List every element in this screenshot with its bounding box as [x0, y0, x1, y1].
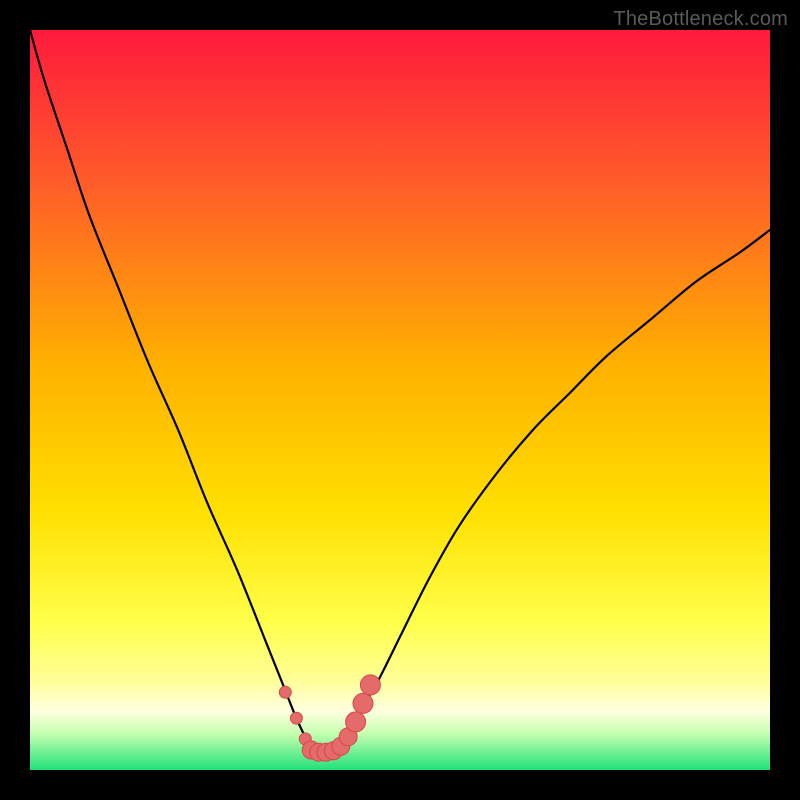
curve-marker [346, 712, 366, 732]
curve-marker [290, 712, 302, 724]
curve-marker [279, 686, 291, 698]
watermark: TheBottleneck.com [613, 8, 788, 31]
curve-marker [360, 675, 380, 695]
plot-area [30, 30, 770, 770]
bottleneck-curve [30, 30, 770, 770]
chart-frame: TheBottleneck.com [0, 0, 800, 800]
curve-marker [353, 693, 373, 713]
curve-path [30, 30, 770, 753]
